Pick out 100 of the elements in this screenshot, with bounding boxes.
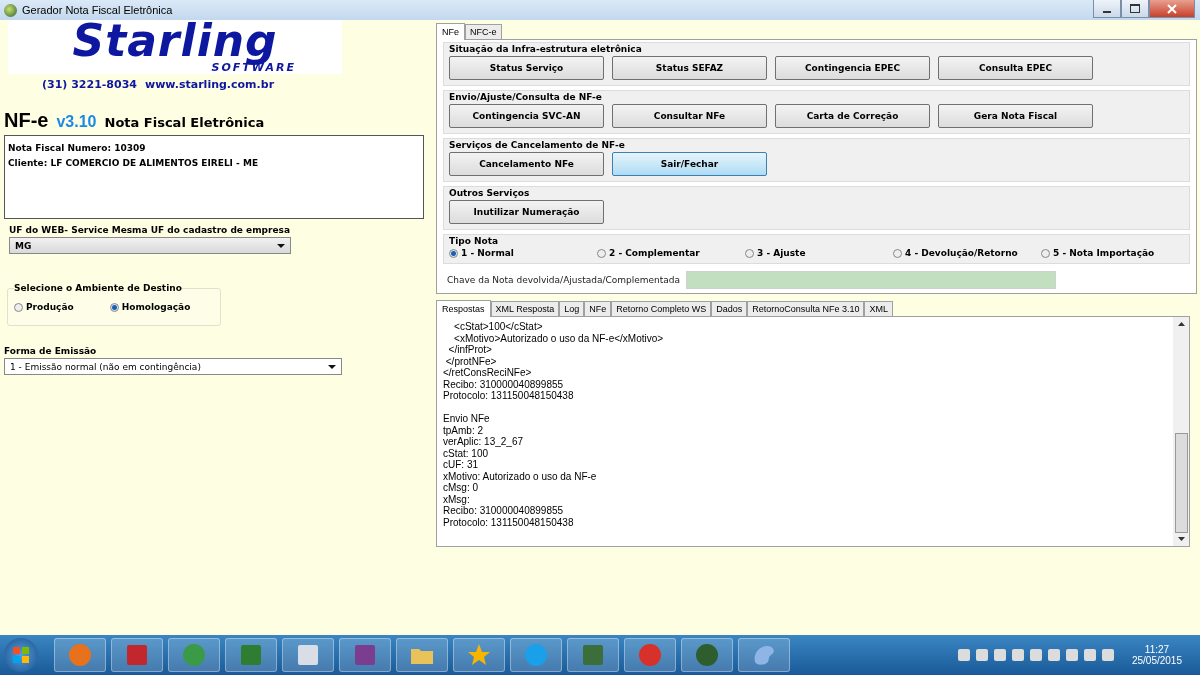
radio-option[interactable]: Produção — [14, 302, 74, 312]
tab[interactable]: XML Resposta — [490, 301, 560, 316]
taskbar-app-button[interactable] — [225, 638, 277, 672]
action-button[interactable]: Sair/Fechar — [612, 152, 767, 176]
action-button[interactable]: Inutilizar Numeração — [449, 200, 604, 224]
taskbar-app-button[interactable] — [453, 638, 505, 672]
close-button[interactable] — [1149, 0, 1195, 18]
product-name: NF-e — [4, 109, 49, 132]
tray-icon[interactable] — [1047, 649, 1060, 661]
app-icon — [238, 642, 264, 668]
logo: Starling SOFTWARE — [8, 20, 342, 74]
start-button[interactable] — [4, 638, 38, 672]
action-button[interactable]: Status Serviço — [449, 56, 604, 80]
globe-icon — [4, 3, 17, 17]
tab[interactable]: RetornoConsulta NFe 3.10 — [747, 301, 865, 316]
taskbar-app-button[interactable] — [624, 638, 676, 672]
app-icon — [352, 642, 378, 668]
app-icon — [580, 642, 606, 668]
action-button[interactable]: Consulta EPEC — [938, 56, 1093, 80]
log-line: <xMotivo>Autorizado o uso da NF-e</xMotivo> — [453, 332, 665, 344]
log-line: verAplic: 13_2_67 — [443, 436, 525, 448]
action-button[interactable]: Carta de Correção — [775, 104, 930, 128]
tab[interactable]: NFe — [436, 23, 465, 40]
log-line: tpAmb: 2 — [443, 424, 485, 436]
tray-icon[interactable] — [975, 649, 988, 661]
scroll-down-icon[interactable] — [1177, 537, 1185, 541]
taskbar-app-button[interactable] — [111, 638, 163, 672]
tab[interactable]: Dados — [711, 301, 748, 316]
radio-option[interactable]: Homologação — [109, 302, 191, 312]
taskbar-app-button[interactable] — [510, 638, 562, 672]
group-title: Envio/Ajuste/Consulta de NF-e — [449, 92, 603, 102]
website-link[interactable]: www.starling.com.br — [145, 78, 275, 91]
tray-icon[interactable] — [1011, 649, 1024, 661]
tray-icon[interactable] — [1029, 649, 1042, 661]
tab[interactable]: Respostas — [436, 300, 491, 317]
star-icon — [466, 642, 492, 668]
tab[interactable]: Log — [559, 301, 585, 316]
taskbar-app-button[interactable] — [681, 638, 733, 672]
field-label: Forma de Emissão — [4, 346, 98, 356]
phone-number: (31) 3221-8034 — [42, 78, 137, 91]
circle-app-icon — [523, 642, 549, 668]
scrollbar[interactable] — [1173, 317, 1189, 546]
tab[interactable]: XML — [864, 301, 893, 316]
taskbar-app-button[interactable] — [567, 638, 619, 672]
circle-app-icon — [694, 642, 720, 668]
tab[interactable]: NFe — [584, 301, 612, 316]
log-line: cUF: 31 — [443, 459, 479, 471]
group-title: Tipo Nota — [449, 236, 500, 246]
action-button[interactable]: Gera Nota Fiscal — [938, 104, 1093, 128]
radio-option[interactable]: 3 - Ajuste — [745, 248, 893, 258]
tray-icon[interactable] — [1065, 649, 1078, 661]
key-input-field[interactable] — [686, 271, 1057, 289]
log-line: <cStat>100</cStat> — [453, 321, 544, 333]
group-title: Serviços de Cancelamento de NF-e — [449, 140, 626, 150]
taskbar-app-button[interactable] — [54, 638, 106, 672]
clock[interactable]: 11:27 25/05/2015 — [1131, 644, 1182, 666]
tab[interactable]: Retorno Completo WS — [611, 301, 712, 316]
taskbar-app-button[interactable] — [168, 638, 220, 672]
log-line: </infProt> — [447, 344, 493, 356]
log-line: Recibo: 310000040899855 — [443, 505, 565, 517]
tray-icon[interactable] — [1101, 649, 1114, 661]
circle-app-icon — [67, 642, 93, 668]
close-icon — [1167, 3, 1177, 14]
info-text: Cliente: LF COMERCIO DE ALIMENTOS EIRELI - ME — [8, 158, 260, 168]
window-title: Gerador Nota Fiscal Eletrônica — [22, 4, 173, 16]
tab[interactable]: NFC-e — [465, 24, 502, 39]
log-line: cStat: 100 — [443, 447, 490, 459]
log-line: xMsg: — [443, 493, 471, 505]
group-title: Outros Serviços — [449, 188, 531, 198]
maximize-button[interactable] — [1121, 0, 1149, 18]
product-subtitle: Nota Fiscal Eletrônica — [104, 115, 265, 130]
product-version: v3.10 — [56, 113, 97, 131]
radio-option[interactable]: 2 - Complementar — [597, 248, 745, 258]
radio-option[interactable]: 5 - Nota Importação — [1041, 248, 1184, 258]
log-line: </retConsReciNFe> — [443, 367, 533, 379]
action-button[interactable]: Contingencia SVC-AN — [449, 104, 604, 128]
taskbar-app-button[interactable] — [339, 638, 391, 672]
field-label: UF do WEB- Service Mesma UF do cadastro de empresa — [9, 225, 291, 235]
group-title: Selecione o Ambiente de Destino — [14, 283, 182, 293]
radio-option[interactable]: 4 - Devolução/Retorno — [893, 248, 1041, 258]
circle-app-icon — [637, 642, 663, 668]
log-line: xMotivo: Autorizado o uso da NF-e — [443, 470, 598, 482]
radio-option[interactable]: 1 - Normal — [449, 248, 597, 258]
action-button[interactable]: Status SEFAZ — [612, 56, 767, 80]
tray-icon[interactable] — [993, 649, 1006, 661]
action-button[interactable]: Cancelamento NFe — [449, 152, 604, 176]
log-line: Recibo: 310000040899855 — [443, 378, 565, 390]
tray-icon[interactable] — [1083, 649, 1096, 661]
scroll-up-icon[interactable] — [1177, 322, 1185, 326]
taskbar-app-button[interactable] — [282, 638, 334, 672]
taskbar-app-button[interactable] — [396, 638, 448, 672]
taskbar-app-button[interactable] — [738, 638, 790, 672]
action-button[interactable]: Consultar NFe — [612, 104, 767, 128]
field-label: Chave da Nota devolvida/Ajustada/Complementada — [447, 275, 681, 285]
minimize-button[interactable] — [1093, 0, 1121, 18]
tray-icon[interactable] — [957, 649, 970, 661]
action-button[interactable]: Contingencia EPEC — [775, 56, 930, 80]
emission-dropdown[interactable]: 1 - Emissão normal (não em contingência) — [4, 358, 342, 375]
start-icon — [11, 645, 31, 665]
uf-dropdown[interactable]: MG — [9, 237, 291, 254]
